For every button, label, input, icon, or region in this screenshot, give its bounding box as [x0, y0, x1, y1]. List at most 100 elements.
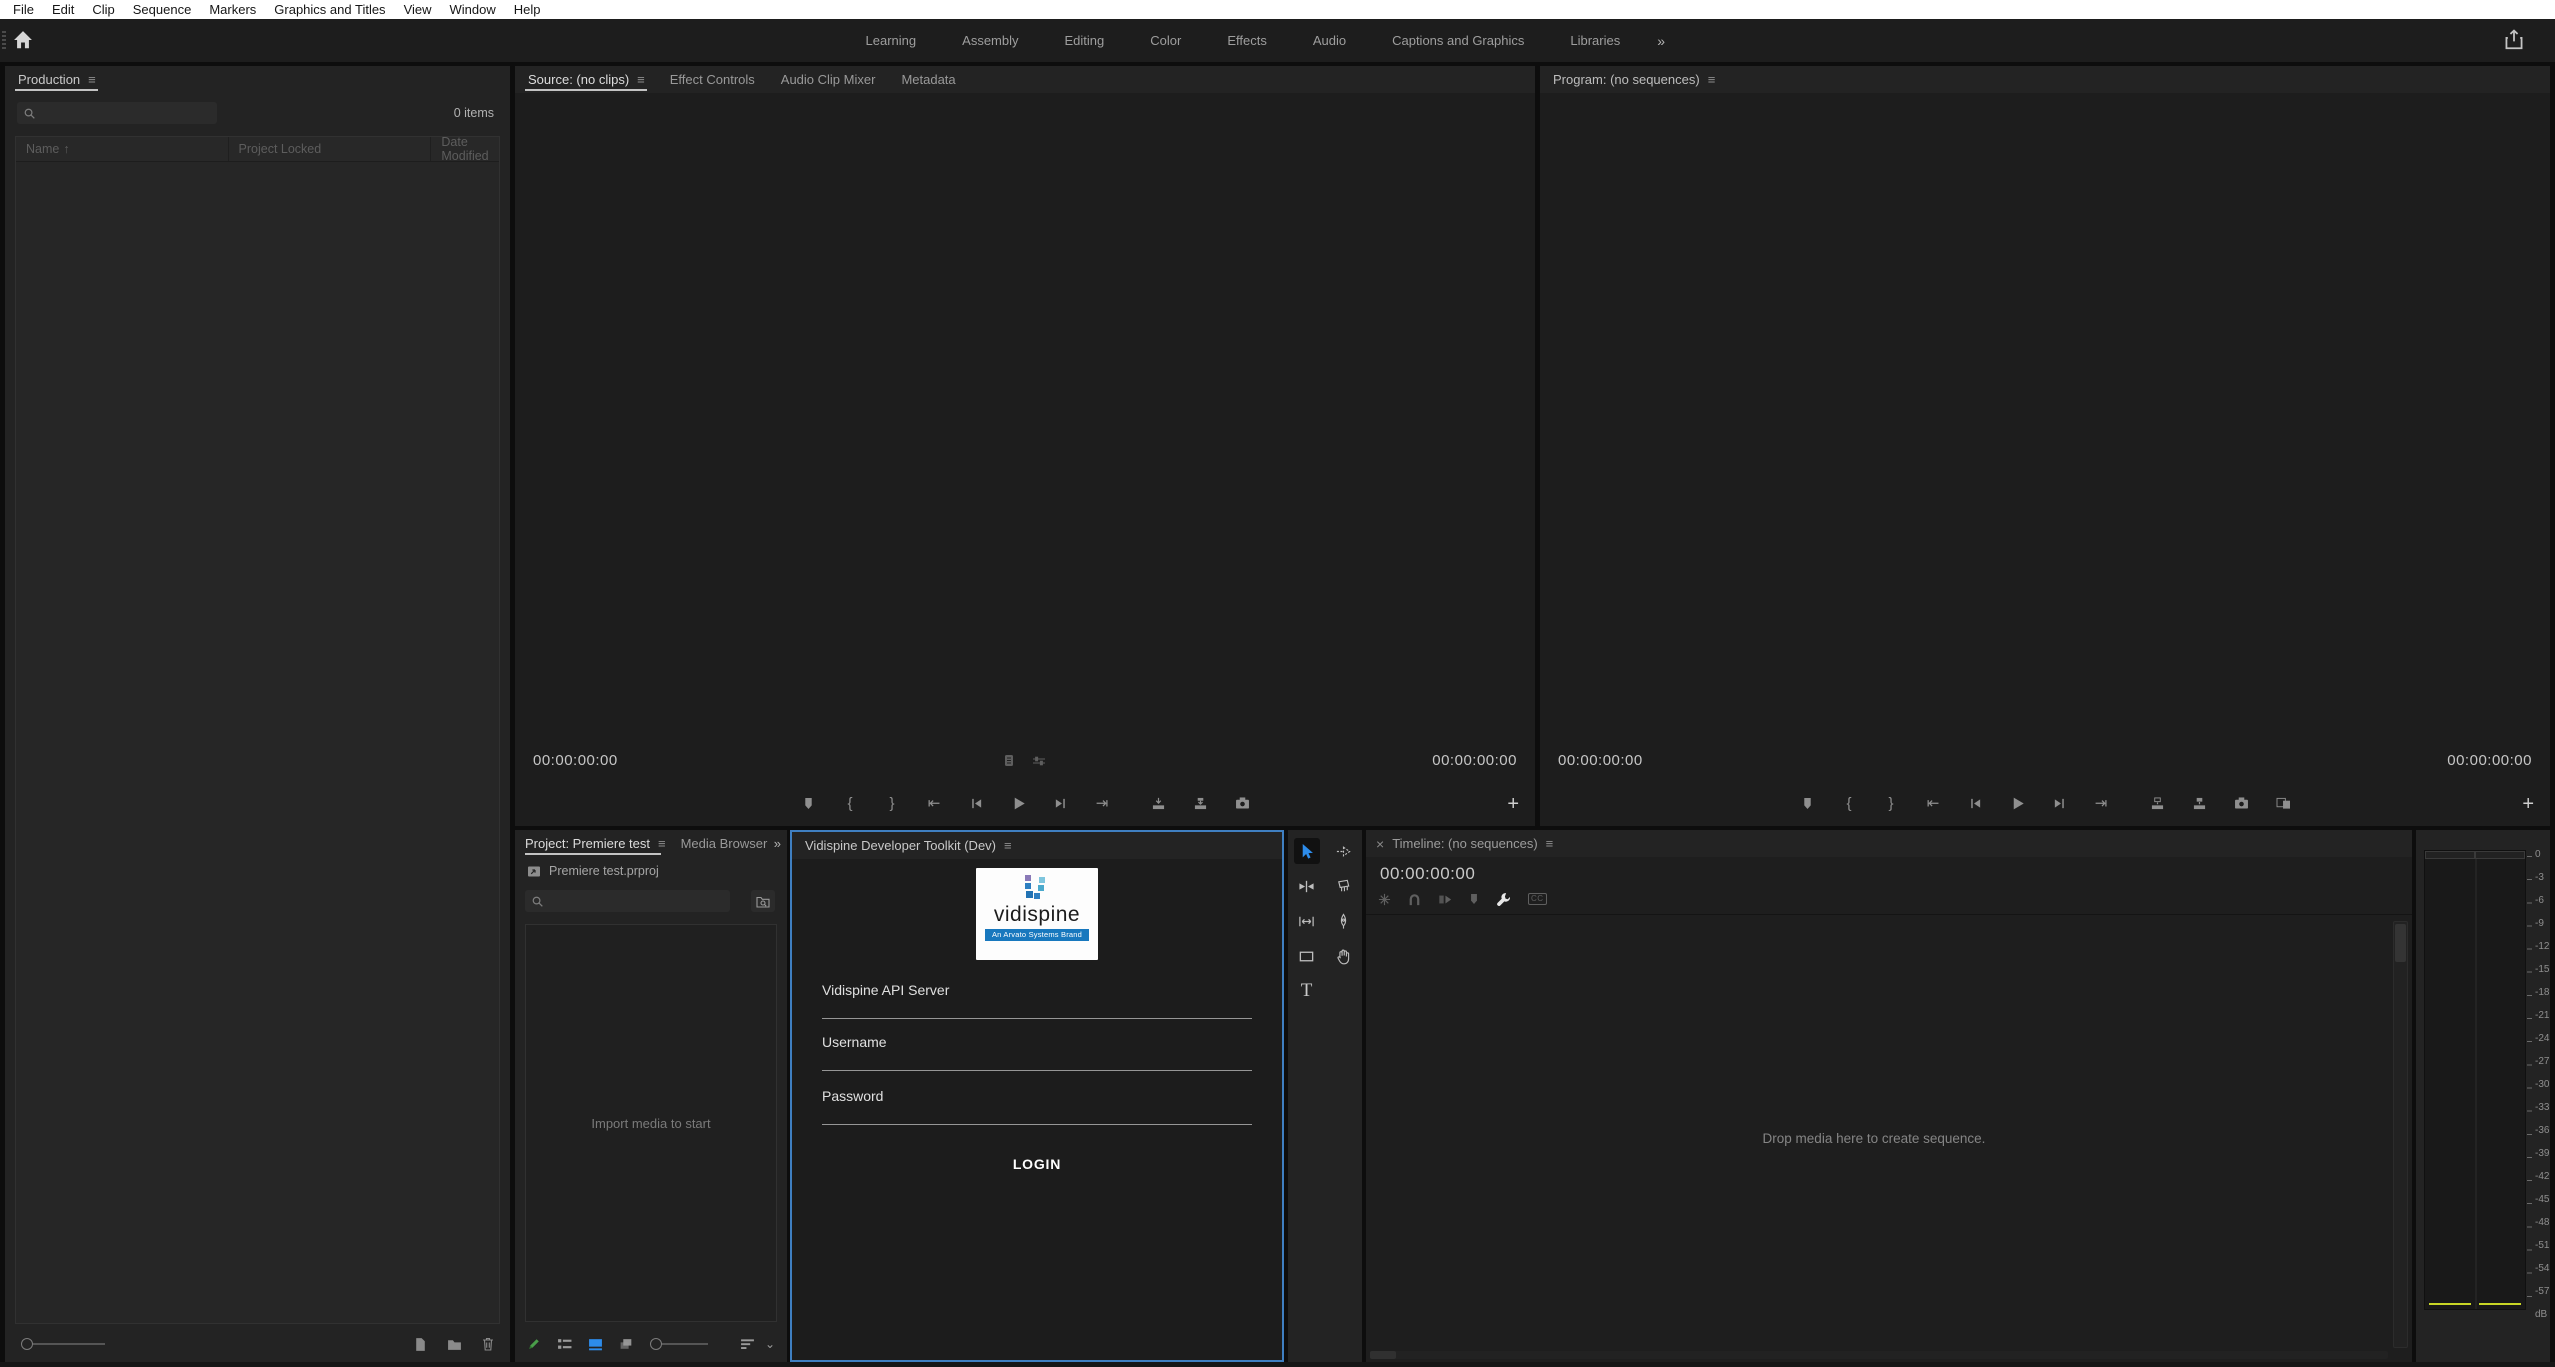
go-to-in-icon[interactable]: ⇤ — [1924, 794, 1942, 812]
list-view-icon[interactable] — [557, 1338, 572, 1351]
api-server-input[interactable] — [822, 1002, 1256, 1020]
menu-file[interactable]: File — [4, 0, 43, 19]
workspace-audio[interactable]: Audio — [1290, 19, 1369, 62]
selection-tool[interactable] — [1294, 838, 1320, 864]
home-icon[interactable] — [12, 29, 34, 51]
chevron-down-icon[interactable]: ⌄ — [765, 1337, 775, 1351]
panel-menu-icon[interactable]: ≡ — [637, 72, 644, 87]
login-button[interactable]: LOGIN — [822, 1150, 1252, 1178]
tab-timeline[interactable]: Timeline: (no sequences) ≡ — [1388, 830, 1565, 857]
button-editor-icon[interactable]: + — [1507, 794, 1519, 814]
column-date-modified[interactable]: Date Modified — [431, 137, 499, 161]
pen-tool[interactable] — [1331, 908, 1357, 934]
captions-icon[interactable]: CC — [1528, 893, 1547, 905]
menu-graphics-and-titles[interactable]: Graphics and Titles — [265, 0, 394, 19]
workspace-overflow-icon[interactable]: » — [1643, 33, 1679, 49]
delete-icon[interactable] — [482, 1337, 494, 1351]
mark-out-icon[interactable]: } — [883, 794, 901, 812]
overwrite-icon[interactable] — [1191, 794, 1209, 812]
zoom-level-selector-icon[interactable] — [1004, 754, 1014, 767]
column-project-locked[interactable]: Project Locked — [229, 137, 432, 161]
production-search-input[interactable] — [41, 105, 211, 121]
play-icon[interactable] — [2008, 794, 2026, 812]
step-forward-icon[interactable] — [2050, 794, 2068, 812]
panel-menu-icon[interactable]: ≡ — [1004, 838, 1011, 853]
hand-tool[interactable] — [1331, 943, 1357, 969]
timeline-track-area[interactable]: Drop media here to create sequence. — [1366, 914, 2412, 1362]
go-to-out-icon[interactable]: ⇥ — [2092, 794, 2110, 812]
type-tool[interactable]: T — [1294, 978, 1320, 1004]
search-bins-icon[interactable] — [751, 890, 775, 912]
tab-media-browser[interactable]: Media Browser — [671, 830, 777, 857]
menu-clip[interactable]: Clip — [83, 0, 123, 19]
lift-icon[interactable] — [2148, 794, 2166, 812]
rectangle-tool[interactable] — [1294, 943, 1320, 969]
add-marker-icon[interactable] — [799, 794, 817, 812]
username-input[interactable] — [822, 1054, 1256, 1072]
timeline-timecode[interactable]: 00:00:00:00 — [1380, 864, 1475, 884]
close-panel-icon[interactable]: × — [1366, 836, 1388, 852]
workspace-editing[interactable]: Editing — [1042, 19, 1128, 62]
step-back-icon[interactable] — [1966, 794, 1984, 812]
tab-project[interactable]: Project: Premiere test ≡ — [515, 830, 671, 857]
new-bin-icon[interactable] — [447, 1338, 462, 1351]
tab-production[interactable]: Production ≡ — [5, 66, 108, 93]
add-marker-icon[interactable] — [1798, 794, 1816, 812]
ripple-edit-tool[interactable] — [1294, 873, 1320, 899]
tab-audio-clip-mixer[interactable]: Audio Clip Mixer — [768, 66, 889, 93]
menu-view[interactable]: View — [395, 0, 441, 19]
project-breadcrumb[interactable]: Premiere test.prproj — [527, 864, 659, 878]
timeline-scroll-handle[interactable] — [1370, 1351, 1396, 1359]
scrollbar-thumb[interactable] — [2395, 924, 2406, 962]
snap-magnet-icon[interactable] — [1408, 893, 1421, 906]
panel-menu-icon[interactable]: ≡ — [658, 836, 665, 851]
workspace-captions-and-graphics[interactable]: Captions and Graphics — [1369, 19, 1547, 62]
program-current-timecode[interactable]: 00:00:00:00 — [1558, 752, 1643, 769]
step-forward-icon[interactable] — [1051, 794, 1069, 812]
menu-sequence[interactable]: Sequence — [124, 0, 201, 19]
go-to-in-icon[interactable]: ⇤ — [925, 794, 943, 812]
track-select-forward-tool[interactable] — [1331, 838, 1357, 864]
insert-remove-sync-icon[interactable] — [1378, 893, 1391, 906]
timeline-vertical-scrollbar[interactable] — [2393, 921, 2408, 1348]
linked-selection-icon[interactable] — [1438, 893, 1452, 906]
play-icon[interactable] — [1009, 794, 1027, 812]
production-zoom-slider[interactable] — [21, 1338, 105, 1350]
workspace-assembly[interactable]: Assembly — [939, 19, 1041, 62]
timeline-horizontal-scrollbar[interactable] — [1370, 1351, 2388, 1359]
workspace-libraries[interactable]: Libraries — [1547, 19, 1643, 62]
menu-window[interactable]: Window — [441, 0, 505, 19]
project-search[interactable] — [525, 890, 730, 912]
menu-help[interactable]: Help — [505, 0, 550, 19]
step-back-icon[interactable] — [967, 794, 985, 812]
tab-overflow-icon[interactable]: » — [774, 836, 781, 851]
menu-edit[interactable]: Edit — [43, 0, 83, 19]
quick-export-icon[interactable] — [2503, 29, 2525, 51]
mark-in-icon[interactable]: { — [841, 794, 859, 812]
button-editor-icon[interactable]: + — [2522, 794, 2534, 814]
slip-tool[interactable] — [1294, 908, 1320, 934]
new-project-icon[interactable] — [414, 1337, 427, 1352]
writable-pencil-icon[interactable] — [527, 1337, 541, 1351]
panel-menu-icon[interactable]: ≡ — [1708, 72, 1715, 87]
comparison-view-icon[interactable] — [2274, 794, 2292, 812]
workspace-effects[interactable]: Effects — [1204, 19, 1290, 62]
production-search[interactable] — [17, 102, 217, 124]
source-current-timecode[interactable]: 00:00:00:00 — [533, 752, 618, 769]
playback-settings-icon[interactable] — [1032, 756, 1046, 766]
freeform-view-icon[interactable] — [619, 1338, 634, 1351]
menu-markers[interactable]: Markers — [200, 0, 265, 19]
export-frame-icon[interactable] — [2232, 794, 2250, 812]
go-to-out-icon[interactable]: ⇥ — [1093, 794, 1111, 812]
extract-icon[interactable] — [2190, 794, 2208, 812]
project-media-list[interactable]: Import media to start — [525, 924, 777, 1322]
razor-tool[interactable] — [1331, 873, 1357, 899]
tab-metadata[interactable]: Metadata — [888, 66, 968, 93]
workspace-color[interactable]: Color — [1127, 19, 1204, 62]
marker-icon[interactable] — [1469, 893, 1479, 905]
column-name[interactable]: Name ↑ — [16, 137, 229, 161]
timeline-settings-wrench-icon[interactable] — [1496, 892, 1511, 907]
mark-out-icon[interactable]: } — [1882, 794, 1900, 812]
tab-program[interactable]: Program: (no sequences) ≡ — [1540, 66, 1727, 93]
export-frame-icon[interactable] — [1233, 794, 1251, 812]
